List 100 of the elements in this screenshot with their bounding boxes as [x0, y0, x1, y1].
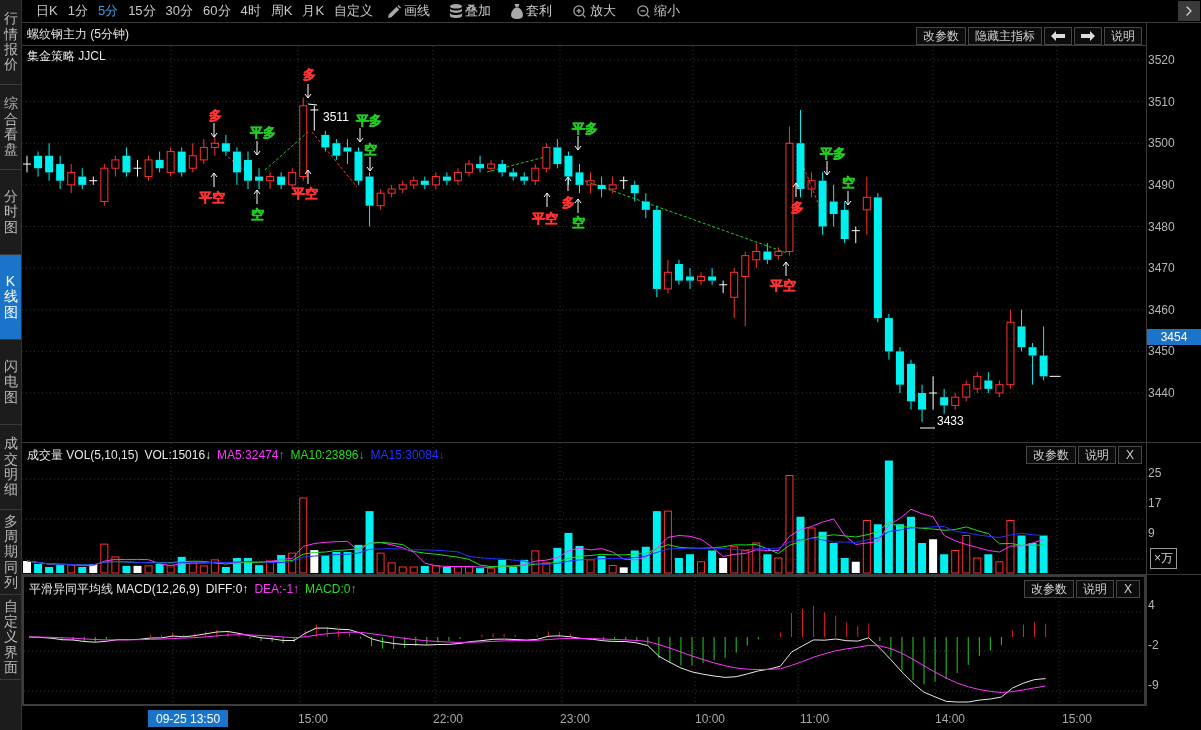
unit-label: ×万 — [1150, 548, 1177, 569]
price-marker-label: 3511 — [323, 110, 349, 124]
arrow-down-icon — [356, 127, 364, 143]
signal-label: 空 — [841, 174, 855, 190]
bag-icon — [511, 3, 524, 19]
axis-label: 3510 — [1148, 94, 1175, 109]
arrow-up-icon — [564, 176, 572, 192]
zoom-in-icon — [572, 3, 588, 19]
panel-button[interactable]: 改参数 — [1024, 580, 1074, 598]
toolbar-button[interactable]: 缩小 — [626, 1, 691, 21]
panel-button[interactable] — [1074, 27, 1102, 45]
signal-label: 平多 — [356, 112, 382, 128]
period-tab[interactable]: 月K — [297, 1, 330, 21]
panel-button[interactable]: 说明 — [1104, 27, 1142, 45]
signal-label: 平多 — [572, 120, 598, 136]
axis-label: 3470 — [1148, 261, 1175, 276]
dashed-trend-line — [311, 131, 358, 188]
period-tab[interactable]: 1分 — [62, 1, 93, 21]
panel-button[interactable]: 说明 — [1076, 580, 1114, 598]
arrow-down-icon — [366, 156, 374, 172]
scroll-right-button[interactable] — [1178, 1, 1200, 21]
arrow-up-icon — [792, 182, 800, 198]
time-cursor-label: 09-25 13:50 — [148, 710, 229, 727]
toolbar-button[interactable]: 画线 — [378, 1, 441, 21]
toolbar-button[interactable]: 套利 — [501, 1, 563, 21]
signal-label: 平多 — [820, 145, 846, 161]
period-tab[interactable]: 5分 — [92, 1, 124, 21]
axis-label: 3480 — [1148, 219, 1175, 234]
database-icon — [450, 4, 463, 18]
axis-label: 3490 — [1148, 177, 1175, 192]
arrow-down-icon — [844, 190, 852, 206]
current-price-label: 3454 — [1147, 329, 1201, 345]
indicator-reading: MA5:32474↑ — [217, 448, 285, 462]
toolbar-button[interactable]: 放大 — [562, 1, 627, 21]
panel-button[interactable] — [1044, 27, 1072, 45]
arrow-up-icon — [210, 172, 218, 188]
time-axis-label: 10:00 — [695, 712, 726, 726]
period-tab[interactable]: 60分 — [198, 1, 236, 21]
period-tab[interactable]: 周K — [265, 1, 298, 21]
signal-label: 平多 — [250, 124, 276, 140]
indicator-label: 集金策略 JJCL — [27, 48, 106, 65]
arrow-up-icon — [304, 169, 312, 185]
panel-button[interactable]: 改参数 — [916, 27, 966, 45]
axis-label: 3460 — [1148, 302, 1175, 317]
indicator-reading: DIFF:0↑ — [205, 582, 249, 596]
period-tab[interactable]: 自定义 — [329, 1, 379, 21]
signal-label: 平空 — [770, 277, 796, 293]
signal-label: 多 — [790, 199, 804, 215]
arrow-down-icon — [210, 122, 218, 138]
chart-title: 螺纹钢主力 (5分钟) — [27, 25, 129, 43]
panel-button[interactable]: 隐藏主指标 — [968, 27, 1042, 45]
axis-label: 3520 — [1148, 53, 1175, 67]
zoom-out-icon — [636, 3, 652, 19]
signal-label: 空 — [571, 214, 585, 230]
price-marker-label: 3433 — [937, 414, 964, 428]
axis-label: 17 — [1148, 496, 1162, 510]
arrow-down-icon — [304, 83, 312, 99]
signal-label: 多 — [302, 66, 316, 82]
pencil-icon — [388, 4, 402, 18]
axis-label: 3500 — [1148, 136, 1175, 151]
signal-label: 平空 — [199, 189, 225, 205]
last-price-tick — [1049, 375, 1062, 377]
period-tab[interactable]: 30分 — [160, 1, 199, 21]
arrow-up-icon — [543, 192, 551, 208]
panel-button[interactable]: X — [1118, 446, 1142, 464]
arrow-up-icon — [253, 189, 261, 205]
axis-label: 25 — [1148, 466, 1162, 480]
panel-button[interactable]: 改参数 — [1026, 446, 1076, 464]
time-axis-label: 11:00 — [800, 712, 830, 726]
arrow-down-icon — [574, 135, 582, 151]
arrow-up-icon — [782, 261, 790, 277]
axis-label: 9 — [1148, 526, 1155, 540]
time-axis-label: 23:00 — [560, 712, 591, 726]
signal-label: 多 — [561, 194, 575, 210]
time-axis-label: 15:00 — [1062, 712, 1093, 726]
period-tab[interactable]: 4时 — [235, 1, 266, 21]
axis-label: 4 — [1148, 598, 1155, 612]
panel-title: 成交量 VOL(5,10,15) — [27, 446, 139, 464]
period-tab[interactable]: 15分 — [123, 1, 161, 21]
time-axis-label: 14:00 — [935, 712, 966, 726]
time-axis-label: 15:00 — [298, 712, 329, 726]
axis-label: 3440 — [1148, 386, 1175, 400]
signal-label: 空 — [250, 206, 264, 222]
panel-button[interactable]: X — [1116, 580, 1140, 598]
arrow-down-icon — [253, 140, 261, 156]
axis-label: -9 — [1148, 678, 1159, 692]
period-tab[interactable]: 日K — [31, 1, 63, 21]
indicator-reading: MACD:0↑ — [305, 582, 357, 596]
sidebar-tab[interactable]: K线图 — [0, 255, 21, 340]
signal-label: 多 — [208, 107, 222, 123]
signal-label: 平空 — [292, 185, 318, 201]
axis-label: -2 — [1148, 638, 1159, 652]
indicator-reading: MA15:30084↓ — [370, 448, 445, 462]
toolbar-button[interactable]: 叠加 — [440, 1, 502, 21]
leader-line — [307, 103, 318, 106]
panel-title: 平滑异同平均线 MACD(12,26,9) — [29, 580, 200, 598]
axis-label: 3450 — [1148, 344, 1175, 359]
panel-button[interactable]: 说明 — [1078, 446, 1116, 464]
arrow-down-icon — [823, 160, 831, 176]
signal-label: 平空 — [532, 210, 558, 226]
